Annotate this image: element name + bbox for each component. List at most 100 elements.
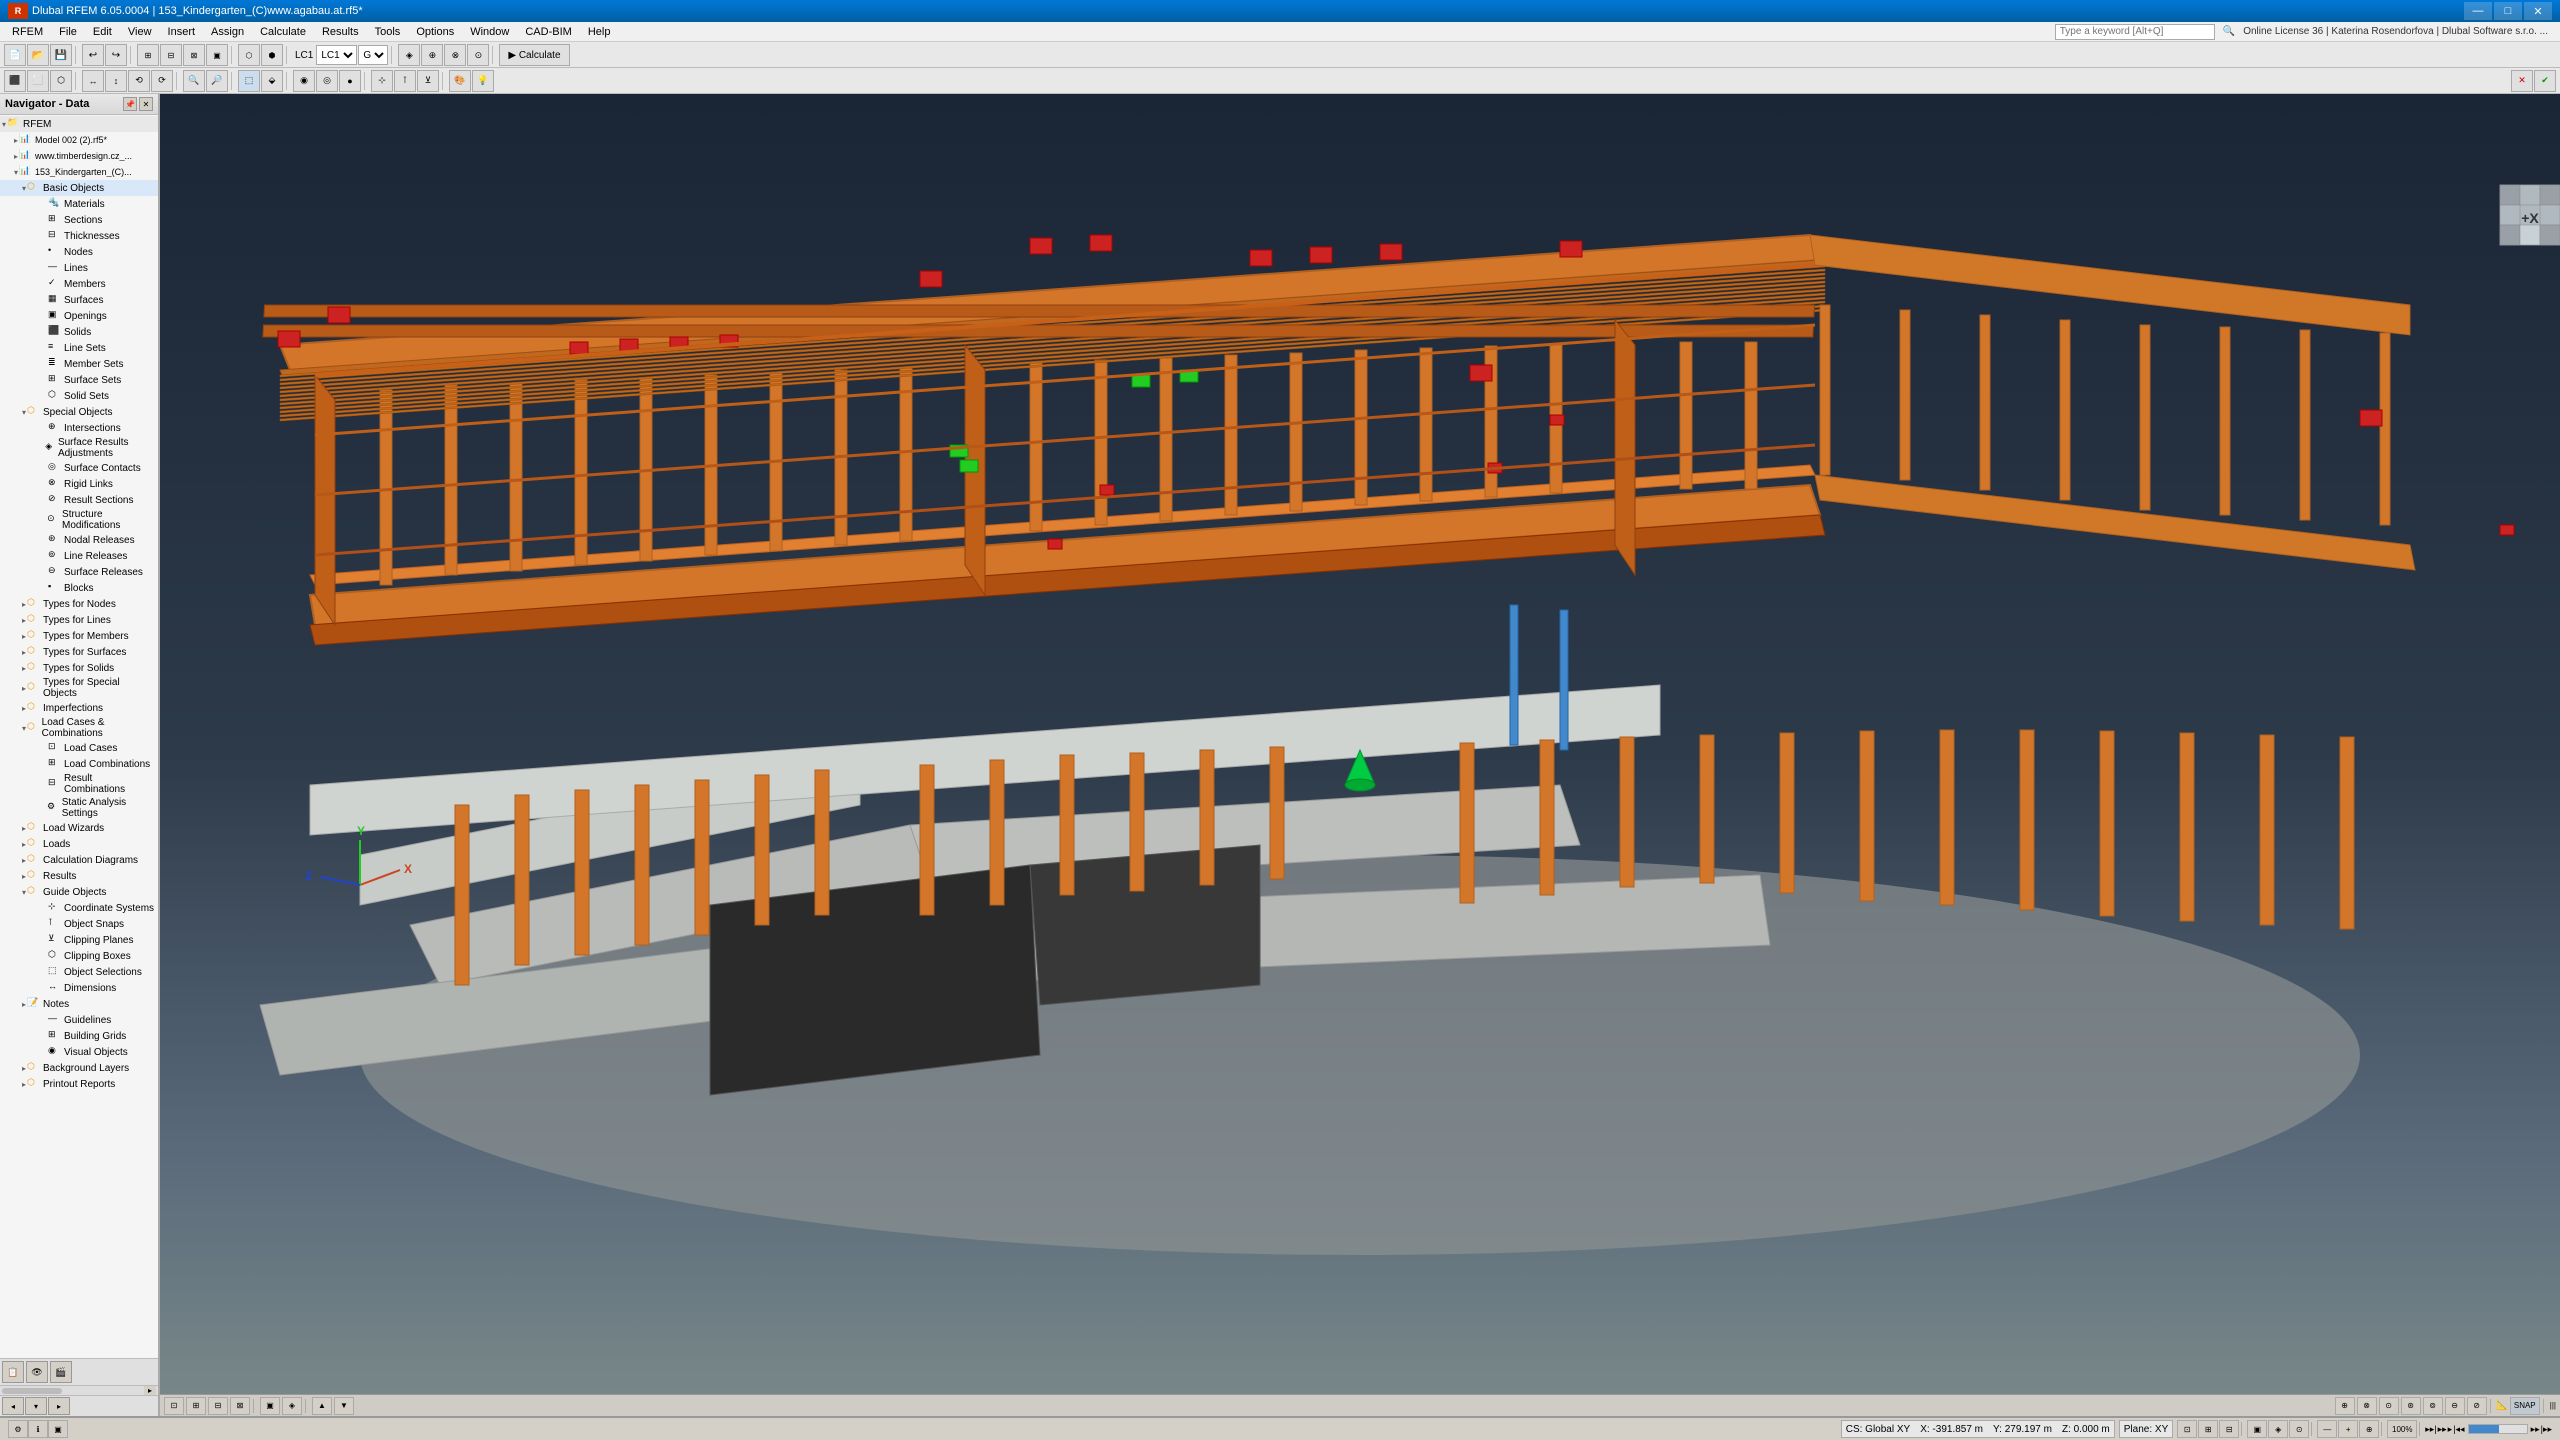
tree-item-basic-objects[interactable]: ▾ ⬡ Basic Objects <box>0 180 158 196</box>
vp-btn-3[interactable]: ⊟ <box>208 1397 228 1415</box>
status-settings[interactable]: ⚙ <box>8 1420 28 1438</box>
vp-view-2[interactable]: ▼ <box>334 1397 354 1415</box>
tree-item-building-grids[interactable]: ⊞ Building Grids <box>0 1028 158 1044</box>
tree-item-materials[interactable]: 🔩 Materials <box>0 196 158 212</box>
tree-item-notes[interactable]: ▸ 📝 Notes <box>0 996 158 1012</box>
tree-item-load-combinations[interactable]: ⊞ Load Combinations <box>0 756 158 772</box>
status-btn-6[interactable]: ⊙ <box>2289 1420 2309 1438</box>
status-btn-5[interactable]: ◈ <box>2268 1420 2288 1438</box>
tree-item-structure-mods[interactable]: ⊙ Structure Modifications <box>0 508 158 532</box>
tree-item-types-special[interactable]: ▸ ⬡ Types for Special Objects <box>0 676 158 700</box>
vp-btn-1[interactable]: ⊡ <box>164 1397 184 1415</box>
tree-item-sections[interactable]: ⊞ Sections <box>0 212 158 228</box>
nav-scrollbar[interactable]: ▸ <box>0 1385 158 1395</box>
vis-btn1[interactable]: ◉ <box>293 70 315 92</box>
minimize-button[interactable]: — <box>2464 2 2492 20</box>
nav-view-btn[interactable]: 🎬 <box>50 1361 72 1383</box>
nav-disp-btn[interactable]: 👁 <box>26 1361 48 1383</box>
tree-item-intersections[interactable]: ⊕ Intersections <box>0 420 158 436</box>
status-btn-4[interactable]: ▣ <box>2247 1420 2267 1438</box>
tree-item-rigid-links[interactable]: ⊗ Rigid Links <box>0 476 158 492</box>
tree-item-nodes[interactable]: • Nodes <box>0 244 158 260</box>
tb8[interactable]: ⬢ <box>261 44 283 66</box>
tb10[interactable]: ⊕ <box>421 44 443 66</box>
tree-item-static-analysis[interactable]: ⚙ Static Analysis Settings <box>0 796 158 820</box>
tb7[interactable]: ⬡ <box>238 44 260 66</box>
menu-assign[interactable]: Assign <box>203 24 252 40</box>
tree-item-members[interactable]: ✓ Members <box>0 276 158 292</box>
nav-data-btn[interactable]: 📋 <box>2 1361 24 1383</box>
snap-btn3[interactable]: ⊻ <box>417 70 439 92</box>
nav-scroll-right[interactable]: ▸ <box>144 1386 156 1396</box>
status-btn-7[interactable]: — <box>2317 1420 2337 1438</box>
tree-item-model2[interactable]: ▸ 📊 www.timberdesign.cz_... <box>0 148 158 164</box>
vp-end-4[interactable]: ⊛ <box>2401 1397 2421 1415</box>
ok-btn[interactable]: ✔ <box>2534 70 2556 92</box>
status-btn-9[interactable]: ⊕ <box>2359 1420 2379 1438</box>
nav-pin-btn[interactable]: 📌 <box>123 97 137 111</box>
vis-btn2[interactable]: ◎ <box>316 70 338 92</box>
tree-item-guidelines[interactable]: — Guidelines <box>0 1012 158 1028</box>
status-btn-8[interactable]: + <box>2338 1420 2358 1438</box>
menu-cadbim[interactable]: CAD-BIM <box>517 24 579 40</box>
tree-item-surfaces[interactable]: ▦ Surfaces <box>0 292 158 308</box>
redo-btn[interactable]: ↪ <box>105 44 127 66</box>
close-button[interactable]: ✕ <box>2524 2 2552 20</box>
tree-item-blocks[interactable]: ▪ Blocks <box>0 580 158 596</box>
vp-view-1[interactable]: ▲ <box>312 1397 332 1415</box>
nav-action-2[interactable]: ▾ <box>25 1397 47 1415</box>
tree-item-load-cases[interactable]: ⊡ Load Cases <box>0 740 158 756</box>
cancel-btn[interactable]: ✕ <box>2511 70 2533 92</box>
tree-item-types-lines[interactable]: ▸ ⬡ Types for Lines <box>0 612 158 628</box>
light-btn[interactable]: 💡 <box>472 70 494 92</box>
vp-btn-2[interactable]: ⊞ <box>186 1397 206 1415</box>
menu-window[interactable]: Window <box>462 24 517 40</box>
vp-render-2[interactable]: ◈ <box>282 1397 302 1415</box>
tree-item-types-members[interactable]: ▸ ⬡ Types for Members <box>0 628 158 644</box>
view-btn2[interactable]: ⬜ <box>27 70 49 92</box>
viewport[interactable]: X Y Z +X ⊡ ⊞ ⊟ ⊠ <box>160 94 2560 1416</box>
vp-end-1[interactable]: ⊕ <box>2335 1397 2355 1415</box>
select-btn2[interactable]: ⬙ <box>261 70 283 92</box>
vp-end-7[interactable]: ⊘ <box>2467 1397 2487 1415</box>
tree-item-object-snaps[interactable]: ⊺ Object Snaps <box>0 916 158 932</box>
status-btn-10[interactable]: 100% <box>2387 1420 2417 1438</box>
tb4[interactable]: ⊟ <box>160 44 182 66</box>
tb5[interactable]: ⊠ <box>183 44 205 66</box>
tree-item-guide-objects[interactable]: ▾ ⬡ Guide Objects <box>0 884 158 900</box>
undo-btn[interactable]: ↩ <box>82 44 104 66</box>
menu-rfem[interactable]: RFEM <box>4 24 51 40</box>
tb3[interactable]: ⊞ <box>137 44 159 66</box>
tree-item-result-combinations[interactable]: ⊟ Result Combinations <box>0 772 158 796</box>
tree-item-load-wizards[interactable]: ▸ ⬡ Load Wizards <box>0 820 158 836</box>
tree-item-loads[interactable]: ▸ ⬡ Loads <box>0 836 158 852</box>
tree-item-clipping-boxes[interactable]: ⬡ Clipping Boxes <box>0 948 158 964</box>
snap-btn2[interactable]: ⊺ <box>394 70 416 92</box>
tree-item-imperfections[interactable]: ▸ ⬡ Imperfections <box>0 700 158 716</box>
nav-close-btn[interactable]: ✕ <box>139 97 153 111</box>
tree-item-member-sets[interactable]: ≣ Member Sets <box>0 356 158 372</box>
tree-item-model3[interactable]: ▾ 📊 153_Kindergarten_(C)... <box>0 164 158 180</box>
tree-item-result-sections[interactable]: ⊘ Result Sections <box>0 492 158 508</box>
tree-item-thicknesses[interactable]: ⊟ Thicknesses <box>0 228 158 244</box>
tree-item-solids[interactable]: ⬛ Solids <box>0 324 158 340</box>
tb11[interactable]: ⊗ <box>444 44 466 66</box>
tree-item-background-layers[interactable]: ▸ ⬡ Background Layers <box>0 1060 158 1076</box>
menu-help[interactable]: Help <box>580 24 619 40</box>
tree-item-visual-objects[interactable]: ◉ Visual Objects <box>0 1044 158 1060</box>
color-btn[interactable]: 🎨 <box>449 70 471 92</box>
tree-item-coord-systems[interactable]: ⊹ Coordinate Systems <box>0 900 158 916</box>
tree-item-printout-reports[interactable]: ▸ ⬡ Printout Reports <box>0 1076 158 1092</box>
tree-item-lines[interactable]: — Lines <box>0 260 158 276</box>
tree-item-line-sets[interactable]: ≡ Line Sets <box>0 340 158 356</box>
view-btn1[interactable]: ⬛ <box>4 70 26 92</box>
tree-item-line-releases[interactable]: ⊚ Line Releases <box>0 548 158 564</box>
status-btn-1[interactable]: ⊡ <box>2177 1420 2197 1438</box>
tree-item-object-selections[interactable]: ⬚ Object Selections <box>0 964 158 980</box>
tree-item-openings[interactable]: ▣ Openings <box>0 308 158 324</box>
vp-end-2[interactable]: ⊗ <box>2357 1397 2377 1415</box>
tree-item-nodal-releases[interactable]: ⊛ Nodal Releases <box>0 532 158 548</box>
calculate-btn[interactable]: ▶ Calculate <box>499 44 569 66</box>
menu-view[interactable]: View <box>120 24 160 40</box>
snap-btn1[interactable]: ⊹ <box>371 70 393 92</box>
